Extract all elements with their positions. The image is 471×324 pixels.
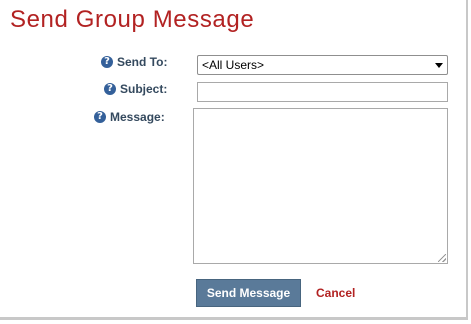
cancel-link[interactable]: Cancel (316, 286, 355, 300)
subject-label: Subject: (120, 82, 168, 96)
send-to-label-row: ? Send To: (101, 55, 167, 69)
message-label: Message: (110, 110, 165, 124)
send-message-button[interactable]: Send Message (196, 279, 301, 307)
help-icon[interactable]: ? (104, 83, 116, 95)
dialog-frame: Send Group Message ? Send To: <All Users… (0, 0, 468, 320)
subject-input[interactable] (197, 82, 448, 102)
send-to-label: Send To: (117, 55, 168, 69)
send-to-selected-value: <All Users> (202, 58, 265, 72)
help-icon[interactable]: ? (101, 56, 113, 68)
resize-grip-icon[interactable] (438, 254, 446, 262)
message-textarea[interactable] (193, 108, 448, 264)
help-icon[interactable]: ? (94, 111, 106, 123)
subject-label-row: ? Subject: (104, 82, 167, 96)
page-title: Send Group Message (10, 6, 255, 33)
send-to-select[interactable]: <All Users> (197, 55, 448, 75)
message-label-row: ? Message: (94, 110, 165, 124)
dropdown-arrow-icon[interactable] (435, 63, 443, 68)
